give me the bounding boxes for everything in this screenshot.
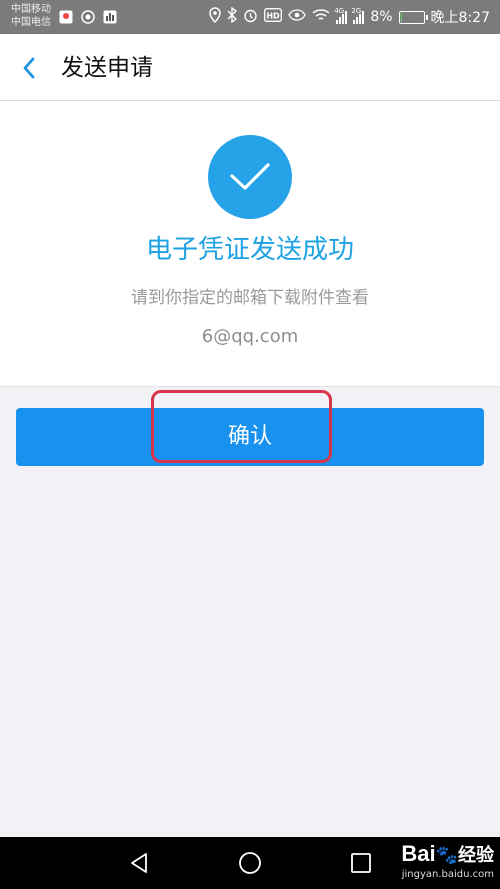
annotation-highlight [151, 390, 332, 463]
signal-icon: 4G [334, 7, 348, 24]
page-header: 发送申请 [0, 34, 500, 101]
status-bar: 中国移动 中国电信 HD 4G 2G 8% 晚上8:27 [0, 0, 500, 34]
success-circle [208, 135, 292, 219]
carrier-2: 中国电信 [11, 17, 51, 28]
page-title: 发送申请 [61, 55, 153, 81]
success-title: 电子凭证发送成功 [145, 235, 354, 265]
recipient-email: 6@qq.com [201, 326, 299, 347]
location-icon [209, 7, 222, 27]
baidu-watermark: Bai🐾经验 jingyan.baidu.com [401, 840, 494, 881]
watermark-brand: Bai [401, 841, 436, 866]
network-type-label: 2G [351, 7, 362, 15]
system-nav-bar: Bai🐾经验 jingyan.baidu.com [0, 837, 500, 889]
svg-text:HD: HD [267, 12, 281, 21]
battery-icon [398, 10, 428, 24]
signal-icon: 2G [351, 7, 365, 24]
chevron-left-icon [23, 57, 35, 79]
map-pin-app-icon [58, 9, 74, 25]
status-icons: HD 4G 2G 8% 晚上8:27 [209, 0, 490, 34]
home-circle-icon [239, 852, 261, 874]
battery-percent: 8% [370, 9, 393, 25]
wifi-icon [312, 8, 330, 26]
bluetooth-icon [227, 6, 238, 27]
paw-icon: 🐾 [435, 845, 458, 865]
app-icon [80, 9, 96, 25]
nav-home-button[interactable] [236, 849, 264, 877]
back-triangle-icon [131, 853, 147, 873]
eye-icon [288, 9, 307, 25]
back-button[interactable] [14, 53, 44, 83]
battery-level-fill [400, 12, 403, 22]
recent-square-icon [351, 853, 371, 873]
watermark-url: jingyan.baidu.com [401, 869, 494, 880]
result-card: 电子凭证发送成功 请到你指定的邮箱下载附件查看 6@qq.com [0, 101, 500, 387]
notification-icons [58, 9, 118, 25]
nav-back-button[interactable] [125, 849, 153, 877]
checkmark-icon [230, 163, 270, 190]
nav-recent-button[interactable] [347, 849, 375, 877]
hd-icon: HD [264, 8, 283, 26]
carrier-1: 中国移动 [11, 4, 51, 15]
watermark-brand-suffix: 经验 [458, 845, 494, 865]
chart-app-icon [102, 9, 118, 25]
success-subtitle: 请到你指定的邮箱下载附件查看 [131, 288, 369, 308]
network-type-label: 4G [334, 7, 345, 15]
clock: 晚上8:27 [430, 10, 490, 26]
alarm-icon [243, 8, 258, 27]
carrier-info: 中国移动 中国电信 [11, 3, 51, 29]
